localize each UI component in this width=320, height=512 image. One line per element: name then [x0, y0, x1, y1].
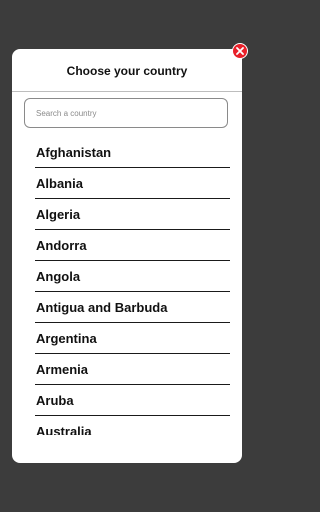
country-item-albania[interactable]: Albania [35, 168, 230, 199]
close-icon [236, 47, 244, 55]
close-button[interactable] [232, 43, 248, 59]
country-item-argentina[interactable]: Argentina [35, 323, 230, 354]
country-item-afghanistan[interactable]: Afghanistan [35, 137, 230, 168]
search-box [24, 98, 228, 128]
country-picker-dialog: Choose your country Afghanistan Albania … [12, 49, 242, 463]
country-list-viewport[interactable]: Afghanistan Albania Algeria Andorra Ango… [12, 137, 242, 435]
country-item-angola[interactable]: Angola [35, 261, 230, 292]
dialog-title: Choose your country [66, 64, 188, 78]
country-list: Afghanistan Albania Algeria Andorra Ango… [12, 137, 242, 435]
dialog-header: Choose your country [12, 49, 242, 92]
country-item-algeria[interactable]: Algeria [35, 199, 230, 230]
search-input[interactable] [25, 99, 227, 127]
country-item-armenia[interactable]: Armenia [35, 354, 230, 385]
country-item-australia[interactable]: Australia [35, 416, 230, 436]
country-item-antigua-and-barbuda[interactable]: Antigua and Barbuda [35, 292, 230, 323]
country-item-andorra[interactable]: Andorra [35, 230, 230, 261]
country-item-aruba[interactable]: Aruba [35, 385, 230, 416]
